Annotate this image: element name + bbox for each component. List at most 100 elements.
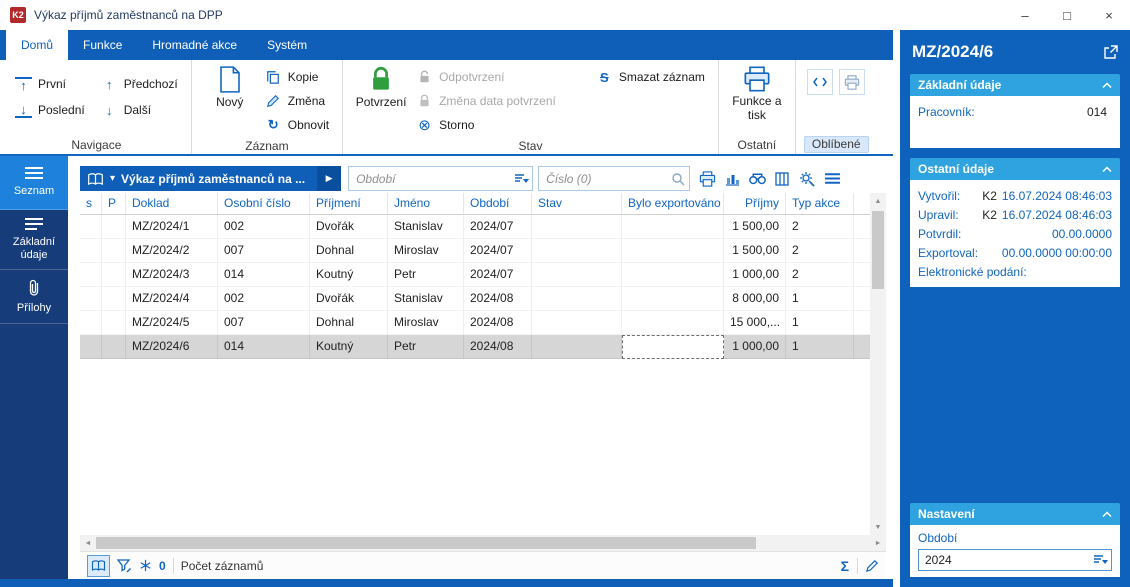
table-row[interactable]: MZ/2024/3 014 Koutný Petr 2024/07 1 000,00 2 bbox=[80, 263, 870, 287]
table-cell[interactable] bbox=[80, 215, 102, 239]
table-cell[interactable] bbox=[532, 311, 622, 335]
column-header[interactable]: s bbox=[80, 193, 102, 215]
table-cell[interactable]: Miroslav bbox=[388, 311, 464, 335]
vertical-scrollbar[interactable]: ▲ ▼ bbox=[870, 193, 886, 535]
favorite-print-button[interactable] bbox=[838, 69, 865, 95]
column-header[interactable]: Doklad bbox=[126, 193, 218, 215]
table-cell[interactable]: 8 000,00 bbox=[724, 287, 786, 311]
table-cell[interactable]: MZ/2024/6 bbox=[126, 335, 218, 359]
functions-print-button[interactable]: Funkce a tisk bbox=[727, 63, 787, 123]
table-cell[interactable] bbox=[102, 311, 126, 335]
table-cell[interactable] bbox=[532, 335, 622, 359]
collapse-chevron-icon[interactable] bbox=[1102, 165, 1112, 173]
table-cell[interactable]: Petr bbox=[388, 335, 464, 359]
column-header[interactable]: Bylo exportováno bbox=[622, 193, 724, 215]
table-cell[interactable]: Stanislav bbox=[388, 287, 464, 311]
confirm-button[interactable]: Potvrzení bbox=[351, 63, 411, 110]
collapse-chevron-icon[interactable] bbox=[1102, 510, 1112, 518]
column-header[interactable]: Období bbox=[464, 193, 532, 215]
scroll-right-icon[interactable]: ► bbox=[870, 535, 886, 551]
table-cell[interactable] bbox=[102, 263, 126, 287]
table-cell[interactable] bbox=[532, 263, 622, 287]
column-header[interactable]: Typ akce bbox=[786, 193, 854, 215]
table-row[interactable]: MZ/2024/2 007 Dohnal Miroslav 2024/07 1 500,0… bbox=[80, 239, 870, 263]
vertical-scroll-thumb[interactable] bbox=[872, 211, 884, 289]
expand-browser-button[interactable]: ▶ bbox=[317, 166, 342, 191]
table-row[interactable]: MZ/2024/1 002 Dvořák Stanislav 2024/07 1 500,… bbox=[80, 215, 870, 239]
table-cell[interactable]: Petr bbox=[388, 263, 464, 287]
cislo-search-input[interactable]: Číslo (0) bbox=[538, 166, 691, 191]
chart-icon[interactable] bbox=[720, 167, 744, 191]
table-cell[interactable] bbox=[80, 239, 102, 263]
table-cell[interactable]: 2024/07 bbox=[464, 239, 532, 263]
print-icon[interactable] bbox=[695, 167, 719, 191]
sum-icon[interactable]: Σ bbox=[841, 558, 849, 574]
table-cell[interactable]: 007 bbox=[218, 239, 310, 263]
table-cell[interactable]: 014 bbox=[218, 335, 310, 359]
table-cell[interactable]: 2024/07 bbox=[464, 263, 532, 287]
table-cell[interactable]: MZ/2024/4 bbox=[126, 287, 218, 311]
edit-pencil-icon[interactable] bbox=[866, 559, 879, 572]
table-row[interactable]: MZ/2024/6 014 Koutný Petr 2024/08 1 000,00 1 bbox=[80, 335, 870, 359]
browser-title-segment[interactable]: ▾ Výkaz příjmů zaměstnanců na ... ▶ bbox=[80, 166, 342, 191]
table-row[interactable]: MZ/2024/5 007 Dohnal Miroslav 2024/08 15 000,… bbox=[80, 311, 870, 335]
table-cell[interactable]: MZ/2024/2 bbox=[126, 239, 218, 263]
chevron-down-icon[interactable]: ▾ bbox=[110, 173, 115, 184]
edit-button[interactable]: Změna bbox=[260, 89, 334, 113]
open-external-icon[interactable] bbox=[1104, 45, 1118, 59]
search-icon[interactable] bbox=[667, 172, 689, 186]
table-cell[interactable]: 15 000,... bbox=[724, 311, 786, 335]
table-cell[interactable]: MZ/2024/1 bbox=[126, 215, 218, 239]
table-cell[interactable]: Miroslav bbox=[388, 239, 464, 263]
binoculars-icon[interactable] bbox=[745, 167, 769, 191]
dropdown-icon[interactable] bbox=[1089, 554, 1111, 566]
column-header[interactable]: Osobní číslo bbox=[218, 193, 310, 215]
section-header-nastaveni[interactable]: Nastavení bbox=[910, 503, 1120, 525]
column-header[interactable]: Stav bbox=[532, 193, 622, 215]
filter-edit-icon[interactable] bbox=[117, 558, 132, 573]
horizontal-scrollbar[interactable]: ◄ ► bbox=[80, 535, 886, 551]
table-cell[interactable]: 2024/08 bbox=[464, 335, 532, 359]
favorite-function-button[interactable] bbox=[806, 69, 833, 95]
column-header[interactable]: Jméno bbox=[388, 193, 464, 215]
tab-hromadne-akce[interactable]: Hromadné akce bbox=[137, 30, 252, 60]
horizontal-scroll-thumb[interactable] bbox=[96, 537, 756, 549]
settings-search-icon[interactable] bbox=[795, 167, 819, 191]
table-cell[interactable]: 007 bbox=[218, 311, 310, 335]
table-cell[interactable]: MZ/2024/5 bbox=[126, 311, 218, 335]
table-cell[interactable] bbox=[102, 239, 126, 263]
table-cell[interactable]: 002 bbox=[218, 287, 310, 311]
sidebar-item-zakladni-udaje[interactable]: Základní údaje bbox=[0, 210, 68, 271]
table-cell[interactable] bbox=[532, 215, 622, 239]
delete-record-button[interactable]: S Smazat záznam bbox=[591, 65, 710, 89]
table-cell[interactable]: 002 bbox=[218, 215, 310, 239]
table-cell[interactable]: Stanislav bbox=[388, 215, 464, 239]
sidebar-item-seznam[interactable]: Seznam bbox=[0, 156, 68, 210]
minimize-button[interactable]: – bbox=[1004, 0, 1046, 30]
table-cell[interactable] bbox=[102, 287, 126, 311]
table-cell[interactable]: Dvořák bbox=[310, 287, 388, 311]
new-record-button[interactable]: Nový bbox=[200, 63, 260, 110]
table-cell[interactable]: Dohnal bbox=[310, 311, 388, 335]
table-cell[interactable] bbox=[102, 335, 126, 359]
maximize-button[interactable]: □ bbox=[1046, 0, 1088, 30]
section-header-zakladni-udaje[interactable]: Základní údaje bbox=[910, 74, 1120, 96]
table-cell[interactable]: 1 bbox=[786, 311, 854, 335]
table-cell[interactable]: Koutný bbox=[310, 263, 388, 287]
table-cell[interactable]: 1 500,00 bbox=[724, 239, 786, 263]
next-record-button[interactable]: ↓ Další bbox=[96, 100, 183, 121]
table-cell[interactable] bbox=[80, 335, 102, 359]
table-cell[interactable]: 2 bbox=[786, 239, 854, 263]
table-cell[interactable]: 2 bbox=[786, 215, 854, 239]
columns-icon[interactable] bbox=[770, 167, 794, 191]
obdobi-setting-combo[interactable]: 2024 bbox=[918, 549, 1112, 571]
table-cell[interactable]: MZ/2024/3 bbox=[126, 263, 218, 287]
close-button[interactable]: × bbox=[1088, 0, 1130, 30]
copy-button[interactable]: Kopie bbox=[260, 65, 334, 89]
table-cell[interactable]: Dohnal bbox=[310, 239, 388, 263]
table-cell[interactable]: 1 bbox=[786, 335, 854, 359]
first-record-button[interactable]: ↑ První bbox=[10, 75, 90, 94]
obdobi-filter-input[interactable]: Období bbox=[348, 166, 534, 191]
column-header[interactable]: Příjmy bbox=[724, 193, 786, 215]
table-cell[interactable]: 1 bbox=[786, 287, 854, 311]
